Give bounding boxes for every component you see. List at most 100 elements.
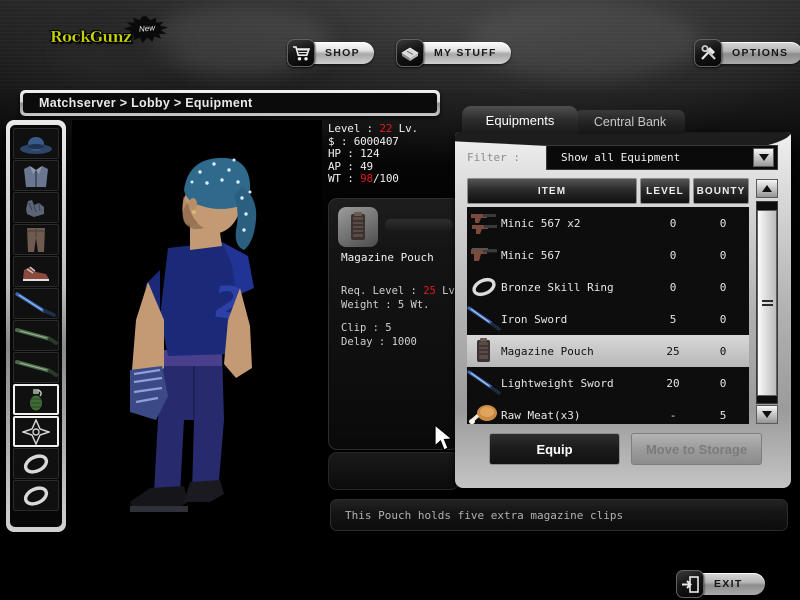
options-button-label: Options bbox=[716, 42, 800, 64]
item-row-bounty: 0 bbox=[719, 248, 727, 262]
slot-head[interactable] bbox=[13, 128, 59, 159]
filter-selected-value: Show all Equipment bbox=[561, 151, 681, 164]
item-row-name: Iron Sword bbox=[501, 312, 568, 326]
pistol-icon bbox=[467, 241, 501, 269]
item-description-text: This Pouch holds five extra magazine cli… bbox=[345, 508, 624, 522]
req-level-label: Req. Level : bbox=[341, 285, 424, 297]
item-row-name: Minic 567 x2 bbox=[501, 216, 581, 230]
slot-legs[interactable] bbox=[13, 224, 59, 255]
item-row-level: - bbox=[669, 408, 677, 422]
stat-money-value: 6000407 bbox=[353, 134, 399, 148]
equipment-slot-column bbox=[6, 120, 66, 532]
item-row[interactable]: Bronze Skill Ring 0 0 bbox=[467, 271, 749, 303]
equip-button-label: Equip bbox=[536, 441, 573, 457]
item-detail-card: Magazine Pouch Req. Level : 25 Lv. Weigh… bbox=[328, 198, 461, 450]
stat-level-suffix: Lv. bbox=[392, 122, 418, 135]
scroll-down-button[interactable] bbox=[756, 405, 778, 424]
sword-icon bbox=[467, 369, 501, 397]
slot-hands[interactable] bbox=[13, 192, 59, 223]
item-row-bounty: 0 bbox=[719, 344, 727, 358]
slot-ring1[interactable] bbox=[13, 448, 59, 479]
item-row-bounty: 0 bbox=[719, 216, 727, 230]
item-weight: Weight : 5 Wt. bbox=[341, 299, 430, 311]
item-delay: Delay : 1000 bbox=[341, 336, 417, 348]
brand-logo: New RockGunz bbox=[46, 16, 196, 58]
tab-central-bank[interactable]: Central Bank bbox=[575, 110, 685, 134]
item-list-header: Item Level Bounty bbox=[467, 178, 749, 204]
slot-chest[interactable] bbox=[13, 160, 59, 191]
item-row-bounty: 5 bbox=[719, 408, 727, 422]
slot-melee[interactable] bbox=[13, 288, 59, 319]
move-to-storage-button-label: Move to Storage bbox=[645, 441, 748, 457]
item-list[interactable]: Minic 567 x2 0 0 Minic 567 0 0 Bronze Skill Ri… bbox=[467, 207, 749, 424]
stat-ap-label: AP : bbox=[328, 159, 361, 173]
shop-button-label: Shop bbox=[309, 42, 374, 64]
slot-primary[interactable] bbox=[13, 320, 59, 351]
item-row-level: 5 bbox=[669, 312, 677, 326]
filter-dropdown[interactable]: Show all Equipment bbox=[546, 145, 778, 170]
filter-label: Filter : bbox=[467, 151, 520, 164]
stat-hp-value: 124 bbox=[360, 147, 380, 161]
item-clip: Clip : 5 bbox=[341, 322, 392, 334]
item-row-level: 0 bbox=[669, 248, 677, 262]
scroll-up-button[interactable] bbox=[756, 179, 778, 198]
stat-wt-max: /100 bbox=[372, 172, 399, 186]
stat-money-label: $ : bbox=[328, 134, 354, 148]
item-row-name: Lightweight Sword bbox=[501, 376, 614, 390]
slot-feet[interactable] bbox=[13, 256, 59, 287]
item-detail-requirements: Req. Level : 25 Lv. Weight : 5 Wt. bbox=[341, 284, 461, 312]
chevron-down-icon[interactable] bbox=[753, 148, 774, 167]
breadcrumb: Matchserver > Lobby > Equipment bbox=[20, 90, 440, 116]
exit-button[interactable]: Exit bbox=[676, 570, 765, 598]
slot-throwing[interactable] bbox=[13, 416, 59, 447]
column-header-level[interactable]: Level bbox=[640, 178, 690, 204]
slot-grenade[interactable] bbox=[13, 384, 59, 415]
item-row[interactable]: Minic 567 0 0 bbox=[467, 239, 749, 271]
item-row-bounty: 0 bbox=[719, 280, 727, 294]
stat-level-value: 22 bbox=[379, 122, 393, 135]
item-row[interactable]: Minic 567 x2 0 0 bbox=[467, 207, 749, 239]
column-header-bounty[interactable]: Bounty bbox=[693, 178, 749, 204]
stat-ap-value: 49 bbox=[360, 159, 373, 173]
item-row[interactable]: Iron Sword 5 0 bbox=[467, 303, 749, 335]
exit-door-icon bbox=[676, 570, 704, 598]
item-row[interactable]: Lightweight Sword 20 0 bbox=[467, 367, 749, 399]
magazine-pouch-icon bbox=[338, 207, 378, 247]
item-row-level: 20 bbox=[666, 376, 680, 390]
options-button[interactable]: Options bbox=[694, 39, 800, 67]
briefcase-icon bbox=[396, 39, 424, 67]
tab-equipments[interactable]: Equipments bbox=[462, 106, 578, 134]
equip-button[interactable]: Equip bbox=[489, 433, 620, 465]
item-detail-secondary-slot bbox=[328, 452, 460, 490]
scrollbar-thumb[interactable] bbox=[757, 210, 777, 396]
item-row-level: 25 bbox=[666, 344, 680, 358]
brand-logo-text: RockGunz bbox=[50, 28, 132, 46]
column-header-item[interactable]: Item bbox=[467, 178, 637, 204]
character-preview[interactable]: 2 bbox=[72, 120, 322, 532]
my-stuff-button[interactable]: My Stuff bbox=[396, 39, 511, 67]
item-detail-name-bar bbox=[385, 219, 453, 231]
shop-button[interactable]: Shop bbox=[287, 39, 374, 67]
item-row[interactable]: Raw Meat(x3) - 5 bbox=[467, 399, 749, 424]
my-stuff-button-label: My Stuff bbox=[418, 42, 511, 64]
stat-wt-value: 98 bbox=[360, 172, 373, 186]
item-row[interactable]: Magazine Pouch 25 0 bbox=[467, 335, 749, 367]
meat-icon bbox=[467, 401, 501, 424]
stat-wt-label: WT : bbox=[328, 172, 361, 186]
equipment-panel: Filter : Show all Equipment Item Level B… bbox=[455, 132, 791, 488]
item-row-name: Minic 567 bbox=[501, 248, 561, 262]
item-row-name: Bronze Skill Ring bbox=[501, 280, 614, 294]
tab-central-bank-label: Central Bank bbox=[593, 115, 667, 129]
shopping-cart-icon bbox=[287, 39, 315, 67]
item-row-bounty: 0 bbox=[719, 376, 727, 390]
slot-secondary[interactable] bbox=[13, 352, 59, 383]
slot-ring2[interactable] bbox=[13, 480, 59, 511]
dual-pistol-icon bbox=[467, 209, 501, 237]
item-row-bounty: 0 bbox=[719, 312, 727, 326]
item-row-level: 0 bbox=[669, 216, 677, 230]
item-row-level: 0 bbox=[669, 280, 677, 294]
character-stats: Level : 22 Lv. $ : 6000407 HP : 124 AP :… bbox=[328, 122, 418, 186]
game-window: New RockGunz Shop My Stuff bbox=[0, 0, 800, 600]
item-detail-name: Magazine Pouch bbox=[341, 251, 434, 264]
item-description-bar: This Pouch holds five extra magazine cli… bbox=[330, 499, 788, 531]
